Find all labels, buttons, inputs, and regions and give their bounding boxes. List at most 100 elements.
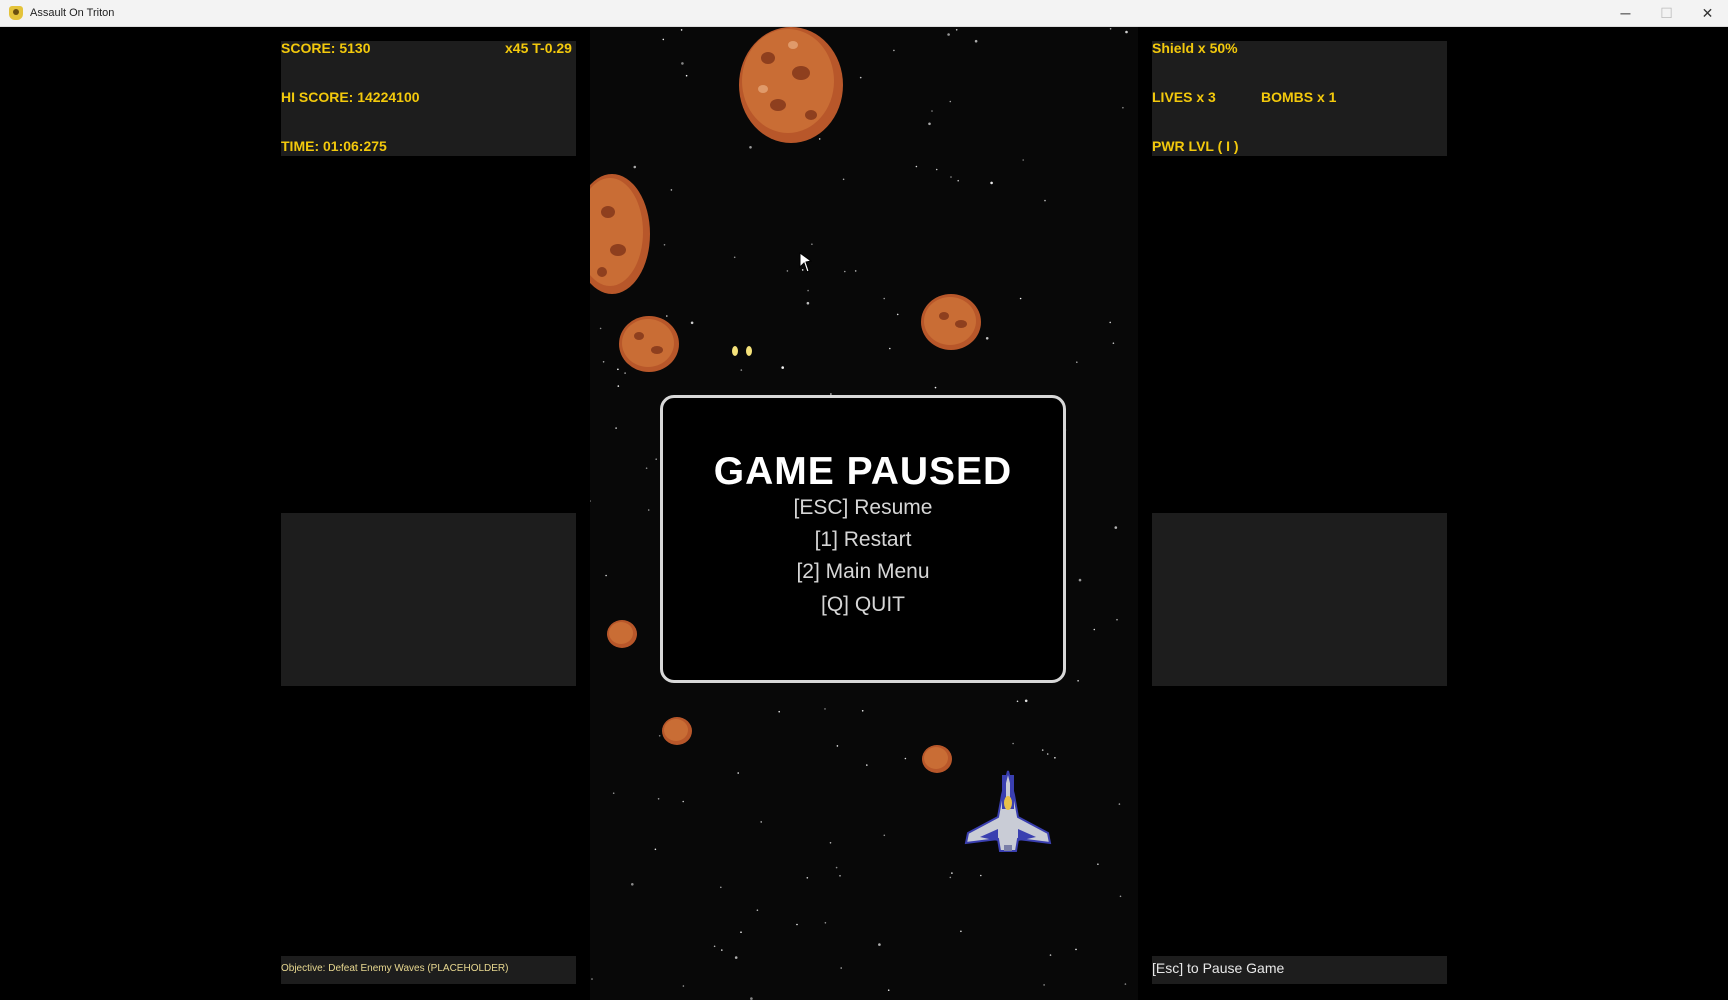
star xyxy=(974,39,978,43)
hi-score-readout: HI SCORE: 14224100 xyxy=(281,89,420,105)
close-button[interactable]: ✕ xyxy=(1687,0,1728,26)
star xyxy=(1077,680,1079,682)
star xyxy=(883,834,886,837)
resume-option[interactable]: [ESC] Resume xyxy=(663,496,1063,520)
asteroid-icon xyxy=(662,717,692,745)
hud-panel-mid-left xyxy=(281,513,576,686)
star xyxy=(721,949,723,951)
star xyxy=(781,366,784,369)
star xyxy=(1093,628,1096,631)
star xyxy=(1119,895,1122,898)
star xyxy=(657,798,660,800)
star xyxy=(647,509,650,511)
asteroid-icon xyxy=(739,27,843,143)
game-icon xyxy=(9,6,23,20)
window-title: Assault On Triton xyxy=(30,7,115,19)
game-surface[interactable]: SCORE: 5130 x45 T-0.29 HI SCORE: 1422410… xyxy=(0,27,1728,1000)
star xyxy=(602,361,605,363)
star xyxy=(1022,159,1024,161)
star xyxy=(778,710,780,713)
asteroid-icon xyxy=(607,620,637,648)
score-readout: SCORE: 5130 xyxy=(281,40,371,56)
star xyxy=(1125,30,1128,34)
star xyxy=(935,168,938,171)
star xyxy=(733,256,736,259)
star xyxy=(951,872,953,874)
star xyxy=(1075,948,1077,951)
star xyxy=(1044,199,1046,202)
star xyxy=(896,313,899,316)
mouse-cursor-icon xyxy=(799,252,813,273)
star xyxy=(1109,321,1111,324)
star xyxy=(756,909,759,911)
asteroid-icon xyxy=(921,294,981,350)
asteroid-icon xyxy=(590,174,650,294)
star xyxy=(866,764,868,766)
bombs-readout: BOMBS x 1 xyxy=(1261,89,1337,105)
star xyxy=(615,427,617,429)
star xyxy=(829,842,832,844)
star xyxy=(824,922,827,924)
time-readout: TIME: 01:06:275 xyxy=(281,138,387,154)
star xyxy=(887,989,890,991)
main-menu-option[interactable]: [2] Main Menu xyxy=(663,560,1063,584)
star xyxy=(806,877,809,879)
star xyxy=(836,745,839,747)
star xyxy=(1012,742,1014,745)
star xyxy=(1049,954,1052,956)
window-controls: ─ ☐ ✕ xyxy=(1605,0,1728,26)
quit-option[interactable]: [Q] QUIT xyxy=(663,593,1063,617)
star xyxy=(760,821,762,823)
star xyxy=(985,337,989,340)
asteroid-icon xyxy=(619,316,679,372)
star xyxy=(796,923,798,926)
star xyxy=(806,301,810,305)
star xyxy=(605,574,607,577)
star xyxy=(1024,699,1028,703)
maximize-button[interactable]: ☐ xyxy=(1646,0,1687,26)
star xyxy=(654,848,657,851)
star xyxy=(680,29,683,31)
minimize-button[interactable]: ─ xyxy=(1605,0,1646,26)
star xyxy=(844,270,846,273)
star xyxy=(934,386,937,389)
star xyxy=(883,297,885,300)
star xyxy=(737,772,739,774)
restart-option[interactable]: [1] Restart xyxy=(663,528,1063,552)
lives-readout: LIVES x 3 xyxy=(1152,89,1216,105)
star xyxy=(682,800,684,803)
star xyxy=(617,385,620,387)
star xyxy=(949,100,952,103)
star xyxy=(591,978,593,980)
star xyxy=(663,244,666,246)
star xyxy=(1118,803,1121,805)
pause-title: GAME PAUSED xyxy=(713,450,1013,493)
star xyxy=(740,931,742,933)
star xyxy=(740,369,743,371)
star xyxy=(950,176,952,178)
objective-text: Objective: Defeat Enemy Waves (PLACEHOLD… xyxy=(281,963,509,974)
power-level-readout: PWR LVL ( I ) xyxy=(1152,138,1239,154)
star xyxy=(681,62,684,65)
window-titlebar: Assault On Triton ─ ☐ ✕ xyxy=(0,0,1728,27)
star xyxy=(811,243,813,245)
star xyxy=(655,458,657,461)
pause-hint-text: [Esc] to Pause Game xyxy=(1152,960,1285,976)
star xyxy=(947,33,950,36)
shield-readout: Shield x 50% xyxy=(1152,40,1238,56)
star xyxy=(670,189,673,191)
enemy-bullet-icon xyxy=(732,346,752,356)
star xyxy=(612,792,615,794)
star xyxy=(631,883,634,886)
star xyxy=(682,985,685,987)
hud-panel-mid-right xyxy=(1152,513,1447,686)
star xyxy=(835,866,838,869)
player-ship-icon xyxy=(964,770,1052,852)
star xyxy=(893,49,895,52)
star xyxy=(1097,863,1099,865)
star xyxy=(1046,753,1049,755)
star xyxy=(1054,757,1056,759)
star xyxy=(1043,984,1045,986)
star xyxy=(786,270,789,272)
star xyxy=(1019,297,1022,300)
